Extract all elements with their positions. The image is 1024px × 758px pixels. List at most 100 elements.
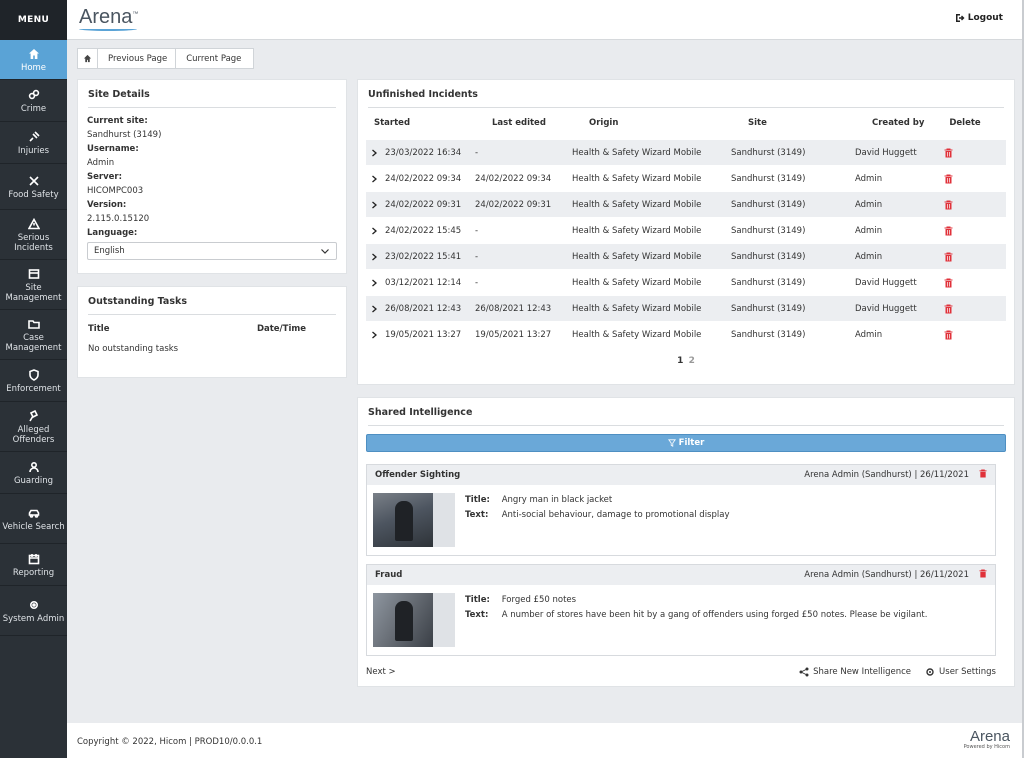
page-1[interactable]: 1 [677, 356, 683, 366]
guard-icon [27, 460, 41, 474]
expand-row-button[interactable] [366, 227, 382, 235]
col-started[interactable]: Started [374, 118, 492, 140]
sidebar-item-vehicle-search[interactable]: Vehicle Search [0, 494, 67, 544]
intel-item[interactable]: Fraud Arena Admin (Sandhurst) | 26/11/202… [366, 564, 996, 656]
logout-button[interactable]: Logout [955, 13, 1003, 23]
share-intelligence-button[interactable]: Share New Intelligence [799, 667, 911, 677]
col-site[interactable]: Site [748, 118, 872, 140]
cell-origin: Health & Safety Wizard Mobile [572, 199, 702, 210]
sidebar-item-guarding[interactable]: Guarding [0, 452, 67, 494]
intel-text-label: Text: [465, 510, 489, 520]
outstanding-tasks-card: Outstanding Tasks Title Date/Time No out… [77, 286, 347, 378]
intel-item[interactable]: Offender Sighting Arena Admin (Sandhurst)… [366, 464, 996, 556]
cell-site: Sandhurst (3149) [731, 225, 806, 236]
powered-by: Powered by Hicom [963, 744, 1010, 750]
page-2[interactable]: 2 [689, 356, 695, 366]
sidebar-item-label: Serious Incidents [14, 232, 53, 253]
table-row[interactable]: 24/02/2022 09:31 24/02/2022 09:31 Health &… [366, 192, 1006, 217]
trash-icon [944, 252, 952, 261]
sidebar-item-site-management[interactable]: Site Management [0, 260, 67, 310]
delete-button[interactable] [933, 330, 963, 340]
sidebar-item-food-safety[interactable]: Food Safety [0, 164, 67, 210]
sidebar-item-enforcement[interactable]: Enforcement [0, 360, 67, 402]
table-row[interactable]: 24/02/2022 15:45 - Health & Safety Wizard … [366, 218, 1006, 243]
intel-delete-button[interactable] [979, 469, 987, 481]
cell-started: 23/02/2022 15:41 [385, 251, 462, 262]
cell-created-by: Admin [855, 225, 883, 236]
intel-title: Angry man in black jacket [501, 495, 613, 505]
tasks-col-datetime[interactable]: Date/Time [257, 324, 306, 334]
sidebar-item-injuries[interactable]: Injuries [0, 122, 67, 164]
intel-delete-button[interactable] [979, 569, 987, 581]
chevron-down-icon [321, 249, 329, 254]
expand-row-button[interactable] [366, 279, 382, 287]
table-row[interactable]: 23/02/2022 15:41 - Health & Safety Wizard … [366, 244, 1006, 269]
intel-title: Forged £50 notes [501, 595, 577, 605]
breadcrumb: Previous Page Current Page [77, 48, 255, 69]
expand-row-button[interactable] [366, 253, 382, 261]
table-row[interactable]: 24/02/2022 09:34 24/02/2022 09:34 Health &… [366, 166, 1006, 191]
app-logo[interactable]: Arena™ [79, 6, 138, 29]
delete-button[interactable] [933, 278, 963, 288]
sidebar-item-alleged-offenders[interactable]: Alleged Offenders [0, 402, 67, 452]
sidebar-item-home[interactable]: Home [0, 40, 67, 80]
cell-started: 26/08/2021 12:43 [385, 303, 462, 314]
shared-intelligence-card: Shared Intelligence Filter Offender Sigh… [357, 397, 1015, 687]
expand-row-button[interactable] [366, 305, 382, 313]
cell-last-edited: 24/02/2022 09:31 [475, 199, 552, 210]
car-icon [27, 506, 41, 520]
sidebar-item-crime[interactable]: Crime [0, 80, 67, 122]
cell-created-by: Admin [855, 173, 883, 184]
chevron-right-icon [372, 305, 377, 312]
intel-photo[interactable] [373, 593, 455, 647]
language-select[interactable]: English [87, 242, 337, 260]
table-row[interactable]: 26/08/2021 12:43 26/08/2021 12:43 Health &… [366, 296, 1006, 321]
delete-button[interactable] [933, 174, 963, 184]
trash-icon [944, 174, 952, 183]
cell-origin: Health & Safety Wizard Mobile [572, 329, 702, 340]
breadcrumb-previous[interactable]: Previous Page [98, 49, 177, 68]
expand-row-button[interactable] [366, 201, 382, 209]
trash-icon [979, 569, 987, 578]
cell-site: Sandhurst (3149) [731, 277, 806, 288]
home-icon [83, 54, 92, 63]
expand-row-button[interactable] [366, 175, 382, 183]
filter-button[interactable]: Filter [366, 434, 1006, 452]
chevron-right-icon [372, 253, 377, 260]
intel-text: Anti-social behaviour, damage to promoti… [501, 510, 730, 520]
sidebar-item-reporting[interactable]: Reporting [0, 544, 67, 586]
delete-button[interactable] [933, 226, 963, 236]
cell-site: Sandhurst (3149) [731, 329, 806, 340]
user-settings-button[interactable]: User Settings [925, 667, 996, 677]
table-row[interactable]: 23/03/2022 16:34 - Health & Safety Wizard … [366, 140, 1006, 165]
trash-icon [944, 278, 952, 287]
breadcrumb-home[interactable] [78, 49, 98, 68]
expand-row-button[interactable] [366, 149, 382, 157]
version-value: 2.115.0.15120 [87, 214, 150, 224]
sidebar-item-system-admin[interactable]: System Admin [0, 586, 67, 636]
col-created-by[interactable]: Created by [872, 118, 950, 140]
delete-button[interactable] [933, 148, 963, 158]
delete-button[interactable] [933, 200, 963, 210]
chevron-right-icon [372, 227, 377, 234]
col-origin[interactable]: Origin [589, 118, 748, 140]
filter-label: Filter [678, 438, 705, 448]
menu-label[interactable]: MENU [0, 0, 67, 40]
next-link[interactable]: Next > [366, 667, 396, 677]
gear-icon [926, 668, 934, 676]
cell-last-edited: - [475, 225, 479, 236]
header: Arena™ Logout [67, 0, 1023, 40]
sidebar-item-serious-incidents[interactable]: Serious Incidents [0, 210, 67, 260]
chevron-right-icon [372, 279, 377, 286]
table-row[interactable]: 03/12/2021 12:14 - Health & Safety Wizard … [366, 270, 1006, 295]
intel-photo[interactable] [373, 493, 455, 547]
col-last-edited[interactable]: Last edited [492, 118, 589, 140]
delete-button[interactable] [933, 252, 963, 262]
table-row[interactable]: 19/05/2021 13:27 19/05/2021 13:27 Health &… [366, 322, 1006, 347]
intel-list[interactable]: Offender Sighting Arena Admin (Sandhurst)… [366, 464, 1008, 656]
sidebar-item-case-management[interactable]: Case Management [0, 310, 67, 360]
gear-icon [27, 598, 41, 612]
expand-row-button[interactable] [366, 331, 382, 339]
tasks-col-title[interactable]: Title [88, 324, 109, 334]
delete-button[interactable] [933, 304, 963, 314]
